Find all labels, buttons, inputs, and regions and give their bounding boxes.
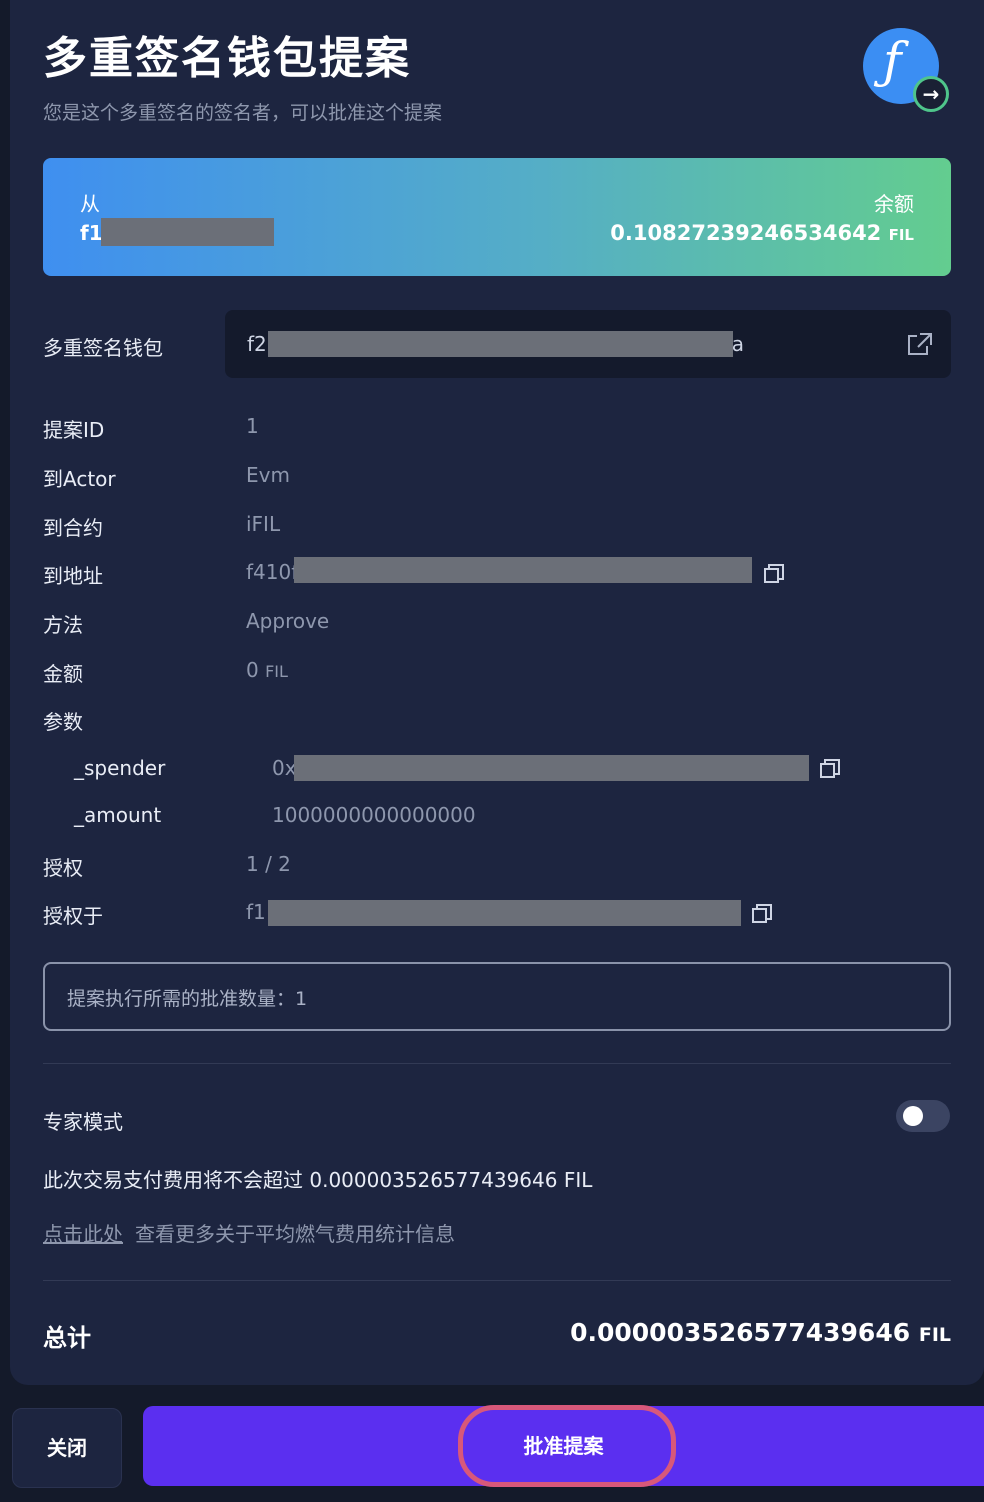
auth-label: 授权: [43, 856, 83, 880]
redacted-spender: [294, 755, 809, 781]
approve-proposal-button[interactable]: 批准提案: [143, 1405, 984, 1487]
method-value: Approve: [246, 609, 330, 633]
divider: [43, 1063, 951, 1064]
expert-mode-toggle[interactable]: [896, 1100, 950, 1132]
fee-limit-text: 此次交易支付费用将不会超过 0.000003526577439646 FIL: [43, 1168, 593, 1192]
to-contract-label: 到合约: [43, 516, 103, 540]
balance-card: 从 f1 余额 0.10827239246534642 FIL: [43, 158, 951, 276]
toggle-knob: [903, 1106, 923, 1126]
approval-count-box: 提案执行所需的批准数量：1: [43, 962, 951, 1031]
balance-value: 0.10827239246534642 FIL: [610, 221, 914, 245]
wallet-address-box: f2 a: [225, 310, 951, 378]
spender-value: 0x: [272, 756, 297, 780]
redacted-wallet-address: [268, 331, 733, 357]
auth-by-value: f1: [246, 900, 266, 924]
copy-icon[interactable]: [764, 564, 784, 584]
approve-proposal-label: 批准提案: [523, 1434, 604, 1458]
arrow-right-icon: →: [913, 76, 949, 112]
wallet-label: 多重签名钱包: [43, 336, 163, 360]
balance-label: 余额: [874, 192, 914, 216]
copy-icon[interactable]: [820, 759, 840, 779]
auth-by-label: 授权于: [43, 904, 103, 928]
to-actor-label: 到Actor: [43, 467, 116, 491]
redacted-from-address: [101, 218, 274, 246]
auth-value: 1 / 2: [246, 852, 291, 876]
page-subtitle: 您是这个多重签名的签名者，可以批准这个提案: [43, 102, 443, 124]
total-value: 0.000003526577439646 FIL: [570, 1318, 951, 1347]
approval-count-text: 提案执行所需的批准数量：1: [67, 988, 308, 1010]
from-address: f1: [80, 221, 103, 245]
redacted-to-address: [294, 557, 752, 583]
proposal-id-value: 1: [246, 414, 259, 438]
amount-value: 0 FIL: [246, 658, 288, 682]
copy-icon[interactable]: [752, 904, 772, 924]
to-contract-value: iFIL: [246, 512, 281, 536]
gas-stats-link[interactable]: 点击此处: [43, 1218, 123, 1247]
amount-param-label: _amount: [74, 803, 162, 827]
to-address-value: f410f: [246, 560, 299, 584]
spender-label: _spender: [74, 756, 166, 780]
redacted-auth-by: [268, 900, 741, 926]
total-label: 总计: [43, 1324, 91, 1352]
close-button[interactable]: 关闭: [12, 1408, 122, 1488]
external-link-icon[interactable]: [905, 332, 933, 358]
filecoin-logo-icon: ƒ →: [863, 28, 949, 112]
method-label: 方法: [43, 613, 83, 637]
proposal-id-label: 提案ID: [43, 418, 105, 442]
amount-label: 金额: [43, 662, 83, 686]
to-address-label: 到地址: [43, 564, 103, 588]
gas-stats-text: 查看更多关于平均燃气费用统计信息: [135, 1222, 455, 1246]
amount-param-value: 1000000000000000: [272, 803, 476, 827]
divider: [43, 1280, 951, 1281]
expert-mode-label: 专家模式: [43, 1110, 123, 1134]
page-title: 多重签名钱包提案: [43, 33, 411, 84]
to-actor-value: Evm: [246, 463, 290, 487]
proposal-panel: 多重签名钱包提案 您是这个多重签名的签名者，可以批准这个提案 ƒ → 从 f1 …: [10, 0, 984, 1385]
from-label: 从: [80, 192, 100, 216]
params-label: 参数: [43, 710, 83, 734]
